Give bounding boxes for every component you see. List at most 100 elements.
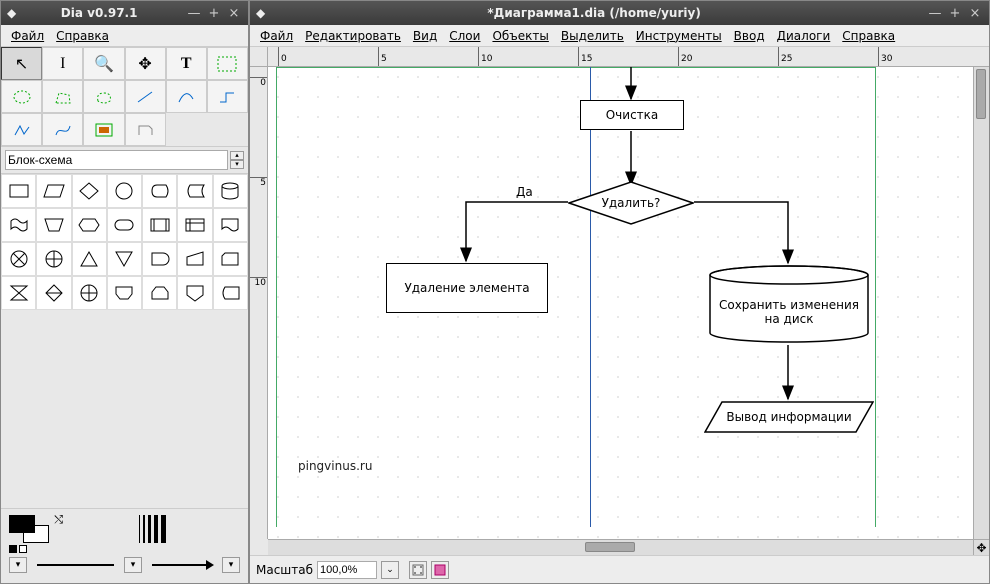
shape-storeddata[interactable] <box>177 174 212 208</box>
canvas-titlebar[interactable]: ◆ *Диаграмма1.dia (/home/yuriy) — + × <box>250 1 989 25</box>
canvas-title: *Диаграмма1.dia (/home/yuriy) <box>265 6 923 20</box>
arrow-end-dropdown[interactable]: ▾ <box>222 557 240 573</box>
shape-decision[interactable] <box>72 174 107 208</box>
shape-collate[interactable] <box>1 276 36 310</box>
tool-polygon[interactable] <box>42 80 83 113</box>
menu-layers[interactable]: Слои <box>443 27 486 45</box>
ruler-vertical[interactable]: 0 5 10 <box>250 67 268 539</box>
snap-object-toggle[interactable] <box>431 561 449 579</box>
node-process-ochistka[interactable]: Очистка <box>580 100 684 130</box>
shape-sheet-input[interactable] <box>5 150 228 170</box>
shape-looplimit[interactable] <box>142 276 177 310</box>
scrollbar-vertical[interactable] <box>973 67 989 539</box>
canvas[interactable]: Да Очистка Удалить? Удаление элемента Со… <box>268 67 973 539</box>
maximize-icon[interactable]: + <box>206 5 222 21</box>
shape-or[interactable] <box>36 242 71 276</box>
tool-polyline[interactable] <box>1 113 42 146</box>
shape-sort[interactable] <box>36 276 71 310</box>
tool-scroll[interactable]: ✥ <box>125 47 166 80</box>
color-line-tools: ⤭ ▾ ▾ ▾ <box>1 508 248 583</box>
node-io-vyvod[interactable]: Вывод информации <box>704 401 874 433</box>
label-yes: Да <box>516 185 533 199</box>
snap-grid-toggle[interactable] <box>409 561 427 579</box>
shape-card[interactable] <box>213 242 248 276</box>
menu-help[interactable]: Справка <box>836 27 901 45</box>
flowchart-shape-grid <box>1 174 248 310</box>
shape-delay[interactable] <box>142 242 177 276</box>
toolbox-menubar: Файл Справка <box>1 25 248 47</box>
tool-textedit[interactable]: I <box>42 47 83 80</box>
toolbox-menu-file[interactable]: Файл <box>5 27 50 45</box>
zoom-label: Масштаб <box>256 563 313 577</box>
toolbox-titlebar[interactable]: ◆ Dia v0.97.1 — + × <box>1 1 248 25</box>
toolbox-menu-help[interactable]: Справка <box>50 27 115 45</box>
tool-zigzag[interactable] <box>207 80 248 113</box>
ruler-horizontal[interactable]: 0 5 10 15 20 25 30 <box>268 47 989 67</box>
shape-merge[interactable] <box>107 242 142 276</box>
menu-file[interactable]: Файл <box>254 27 299 45</box>
tool-image[interactable] <box>83 113 124 146</box>
node-magnetic-disk[interactable]: Сохранить изменения на диск <box>708 265 870 343</box>
shape-process[interactable] <box>1 174 36 208</box>
zoom-input[interactable] <box>317 561 377 579</box>
canvas-close-icon[interactable]: × <box>967 5 983 21</box>
toolbox-title: Dia v0.97.1 <box>16 6 182 20</box>
menu-objects[interactable]: Объекты <box>486 27 554 45</box>
shape-manualop[interactable] <box>36 208 71 242</box>
line-style-dropdown[interactable]: ▾ <box>124 557 142 573</box>
menu-input[interactable]: Ввод <box>728 27 771 45</box>
shape-orgate[interactable] <box>72 276 107 310</box>
shape-sheet-spinner[interactable]: ▴▾ <box>230 151 244 169</box>
shape-predefined[interactable] <box>142 208 177 242</box>
line-style-sample[interactable] <box>37 564 114 566</box>
shape-internal[interactable] <box>177 208 212 242</box>
node-process-udalenie[interactable]: Удаление элемента <box>386 263 548 313</box>
shape-loop[interactable] <box>107 276 142 310</box>
menu-select[interactable]: Выделить <box>555 27 630 45</box>
shape-database[interactable] <box>213 174 248 208</box>
shape-connector[interactable] <box>107 174 142 208</box>
shape-manualinput[interactable] <box>177 242 212 276</box>
canvas-minimize-icon[interactable]: — <box>927 5 943 21</box>
tool-arc[interactable] <box>166 80 207 113</box>
node-decision-udalit[interactable]: Удалить? <box>568 181 694 225</box>
tool-pointer[interactable]: ↖ <box>1 47 42 80</box>
tool-box[interactable] <box>207 47 248 80</box>
menu-view[interactable]: Вид <box>407 27 443 45</box>
canvas-maximize-icon[interactable]: + <box>947 5 963 21</box>
shape-sumjunction[interactable] <box>1 242 36 276</box>
shape-terminal[interactable] <box>107 208 142 242</box>
shape-datasrc[interactable] <box>213 276 248 310</box>
line-width-presets[interactable] <box>139 515 166 543</box>
tool-ellipse[interactable] <box>1 80 42 113</box>
shape-io[interactable] <box>36 174 71 208</box>
menu-edit[interactable]: Редактировать <box>299 27 407 45</box>
tool-bezier[interactable] <box>42 113 83 146</box>
menu-dialogs[interactable]: Диалоги <box>771 27 837 45</box>
menu-tools[interactable]: Инструменты <box>630 27 728 45</box>
shape-document[interactable] <box>213 208 248 242</box>
shape-offpage[interactable] <box>177 276 212 310</box>
tool-magnify[interactable]: 🔍 <box>83 47 124 80</box>
toolbox-app-icon: ◆ <box>7 6 16 20</box>
color-swatch[interactable]: ⤭ <box>9 515 49 543</box>
swap-colors-icon[interactable]: ⤭ <box>54 513 63 527</box>
shape-preparation[interactable] <box>72 208 107 242</box>
tool-line[interactable] <box>125 80 166 113</box>
arrow-start-dropdown[interactable]: ▾ <box>9 557 27 573</box>
close-icon[interactable]: × <box>226 5 242 21</box>
zoom-dropdown[interactable]: ⌄ <box>381 561 399 579</box>
scrollbar-horizontal[interactable] <box>268 539 973 555</box>
watermark-text: pingvinus.ru <box>298 459 372 473</box>
statusbar: Масштаб ⌄ <box>250 555 989 583</box>
shape-tape[interactable] <box>1 208 36 242</box>
shape-sheet-selector: ▴▾ <box>1 146 248 174</box>
ruler-corner[interactable] <box>250 47 268 67</box>
minimize-icon[interactable]: — <box>186 5 202 21</box>
tool-beziergon[interactable] <box>83 80 124 113</box>
shape-extract[interactable] <box>72 242 107 276</box>
tool-text[interactable]: T <box>166 47 207 80</box>
shape-display[interactable] <box>142 174 177 208</box>
navigator-button[interactable]: ✥ <box>973 539 989 555</box>
tool-outline[interactable] <box>125 113 166 146</box>
